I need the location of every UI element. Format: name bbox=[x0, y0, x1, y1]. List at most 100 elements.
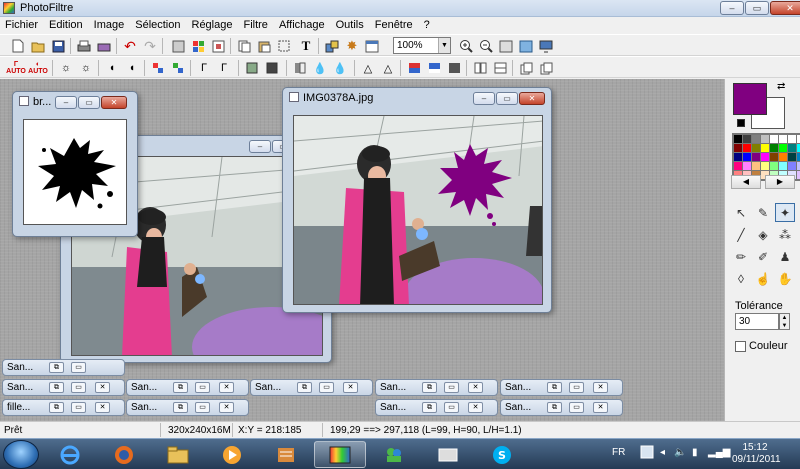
photofiltre-taskbar-icon[interactable] bbox=[314, 441, 366, 468]
drop-icon[interactable]: 💧 bbox=[312, 60, 328, 76]
gamma-up-icon[interactable]: Γ bbox=[196, 60, 212, 76]
firefox-icon[interactable] bbox=[98, 441, 150, 468]
color-swatch[interactable] bbox=[761, 153, 769, 161]
restore-icon[interactable]: ⧉ bbox=[422, 402, 437, 413]
brightness-down-icon[interactable]: ☼ bbox=[78, 60, 94, 76]
copy-icon[interactable] bbox=[236, 38, 252, 54]
main-image-window-maximize-button[interactable]: ▭ bbox=[496, 92, 518, 105]
gradient-icon[interactable] bbox=[406, 60, 422, 76]
print-icon[interactable] bbox=[76, 38, 92, 54]
minimize-button[interactable]: – bbox=[720, 1, 744, 15]
new-icon[interactable] bbox=[10, 38, 26, 54]
close-icon[interactable]: ✕ bbox=[593, 402, 608, 413]
saturation-up-icon[interactable] bbox=[150, 60, 166, 76]
language-indicator[interactable]: FR bbox=[612, 447, 625, 458]
smudge-icon[interactable]: ☝ bbox=[753, 269, 773, 288]
open-icon[interactable] bbox=[30, 38, 46, 54]
color-swatch[interactable] bbox=[779, 153, 787, 161]
minimized-window[interactable]: San... ⧉ ▭ ✕ bbox=[500, 399, 623, 416]
color-swatch[interactable] bbox=[752, 135, 760, 143]
filter3-icon[interactable] bbox=[292, 60, 308, 76]
maximize-icon[interactable]: ▭ bbox=[195, 402, 210, 413]
media-player-icon[interactable] bbox=[206, 441, 258, 468]
maximize-icon[interactable]: ▭ bbox=[569, 402, 584, 413]
save-icon[interactable] bbox=[50, 38, 66, 54]
menu-outils[interactable]: Outils bbox=[331, 17, 370, 34]
brush-window-minimize-button[interactable]: – bbox=[55, 96, 77, 109]
messenger-icon[interactable] bbox=[368, 441, 420, 468]
frame-icon[interactable] bbox=[170, 38, 186, 54]
auto-level-icon[interactable]: Γ AUTO bbox=[6, 60, 26, 76]
blur-icon[interactable]: ◊ bbox=[731, 269, 751, 288]
menu-reglage[interactable]: Réglage bbox=[187, 17, 239, 34]
menu-fenetre[interactable]: Fenêtre bbox=[370, 17, 419, 34]
main-image-window[interactable]: IMG0378A.jpg – ▭ ✕ bbox=[282, 87, 552, 313]
window-icon[interactable] bbox=[364, 38, 380, 54]
fullscreen-icon[interactable] bbox=[518, 38, 534, 54]
brush-window-close-button[interactable]: ✕ bbox=[101, 96, 127, 109]
color-swatch[interactable] bbox=[770, 162, 778, 170]
tolerance-input[interactable]: 30 bbox=[735, 313, 779, 330]
spray-icon[interactable]: ⁂ bbox=[775, 225, 795, 244]
color-swatch[interactable] bbox=[734, 144, 742, 152]
color-swatch[interactable] bbox=[788, 135, 796, 143]
rotate-icon[interactable] bbox=[518, 60, 534, 76]
color-swatch[interactable] bbox=[779, 144, 787, 152]
restore-icon[interactable]: ⧉ bbox=[49, 382, 64, 393]
select-icon[interactable] bbox=[276, 38, 292, 54]
speaker-icon[interactable]: 🔈 bbox=[674, 447, 686, 458]
gradient2-icon[interactable] bbox=[426, 60, 442, 76]
swap-colors-icon[interactable]: ⇄ bbox=[777, 81, 785, 92]
color-swatch[interactable] bbox=[734, 162, 742, 170]
minimized-window[interactable]: San... ⧉ ▭ ✕ bbox=[2, 379, 125, 396]
minimized-window[interactable]: San... ⧉ ▭ ✕ bbox=[126, 399, 249, 416]
color-swatch[interactable] bbox=[779, 135, 787, 143]
minimized-window[interactable]: fille... ⧉ ▭ ✕ bbox=[2, 399, 125, 416]
color-swatch[interactable] bbox=[752, 144, 760, 152]
gear-icon[interactable]: ✸ bbox=[344, 38, 360, 54]
restore-icon[interactable]: ⧉ bbox=[422, 382, 437, 393]
gamma-down-icon[interactable]: Γ bbox=[216, 60, 232, 76]
brightness-up-icon[interactable]: ☼ bbox=[58, 60, 74, 76]
rotate2-icon[interactable] bbox=[538, 60, 554, 76]
menu-filtre[interactable]: Filtre bbox=[238, 17, 273, 34]
close-icon[interactable]: ✕ bbox=[219, 402, 234, 413]
foreground-color-swatch[interactable] bbox=[733, 83, 767, 115]
restore-icon[interactable]: ⧉ bbox=[547, 382, 562, 393]
maximize-icon[interactable]: ▭ bbox=[71, 402, 86, 413]
color-swatch[interactable] bbox=[743, 135, 751, 143]
advanced-brush-icon[interactable]: ✐ bbox=[753, 247, 773, 266]
menu-help[interactable]: ? bbox=[419, 17, 436, 34]
color-swatch[interactable] bbox=[761, 144, 769, 152]
maximize-icon[interactable]: ▭ bbox=[444, 382, 459, 393]
explorer-icon[interactable] bbox=[152, 441, 204, 468]
maximize-button[interactable]: ▭ bbox=[745, 1, 769, 15]
color-swatch[interactable] bbox=[788, 153, 796, 161]
restore-icon[interactable]: ⧉ bbox=[547, 402, 562, 413]
color-swatch[interactable] bbox=[770, 144, 778, 152]
mirror-icon[interactable] bbox=[492, 60, 508, 76]
minimized-window[interactable]: San... ⧉ ▭ ✕ bbox=[250, 379, 373, 396]
contrast-up-icon[interactable]: ◖ bbox=[104, 60, 120, 76]
maximize-icon[interactable]: ▭ bbox=[319, 382, 334, 393]
color-checkbox[interactable] bbox=[735, 341, 746, 352]
magic-wand-icon[interactable]: ✦ bbox=[775, 203, 795, 222]
minimized-window[interactable]: San... ⧉ ▭ ✕ bbox=[500, 379, 623, 396]
maximize-icon[interactable]: ▭ bbox=[71, 362, 86, 373]
color-swatch[interactable] bbox=[743, 144, 751, 152]
color-swatch[interactable] bbox=[770, 153, 778, 161]
close-button[interactable]: ✕ bbox=[770, 1, 800, 15]
main-image-window-minimize-button[interactable]: – bbox=[473, 92, 495, 105]
line-icon[interactable]: ╱ bbox=[731, 225, 751, 244]
close-icon[interactable]: ✕ bbox=[343, 382, 358, 393]
start-button[interactable] bbox=[3, 440, 39, 469]
skype-icon[interactable]: S bbox=[476, 441, 528, 468]
menu-image[interactable]: Image bbox=[89, 17, 131, 34]
minimized-window[interactable]: San... ⧉ ▭ ✕ bbox=[126, 379, 249, 396]
crop-icon[interactable] bbox=[210, 38, 226, 54]
palette-next-button[interactable]: ▶ bbox=[765, 175, 795, 189]
brush-canvas[interactable] bbox=[23, 119, 127, 225]
reset-colors-icon[interactable] bbox=[737, 119, 745, 127]
close-icon[interactable]: ✕ bbox=[95, 382, 110, 393]
scan-icon[interactable] bbox=[96, 38, 112, 54]
